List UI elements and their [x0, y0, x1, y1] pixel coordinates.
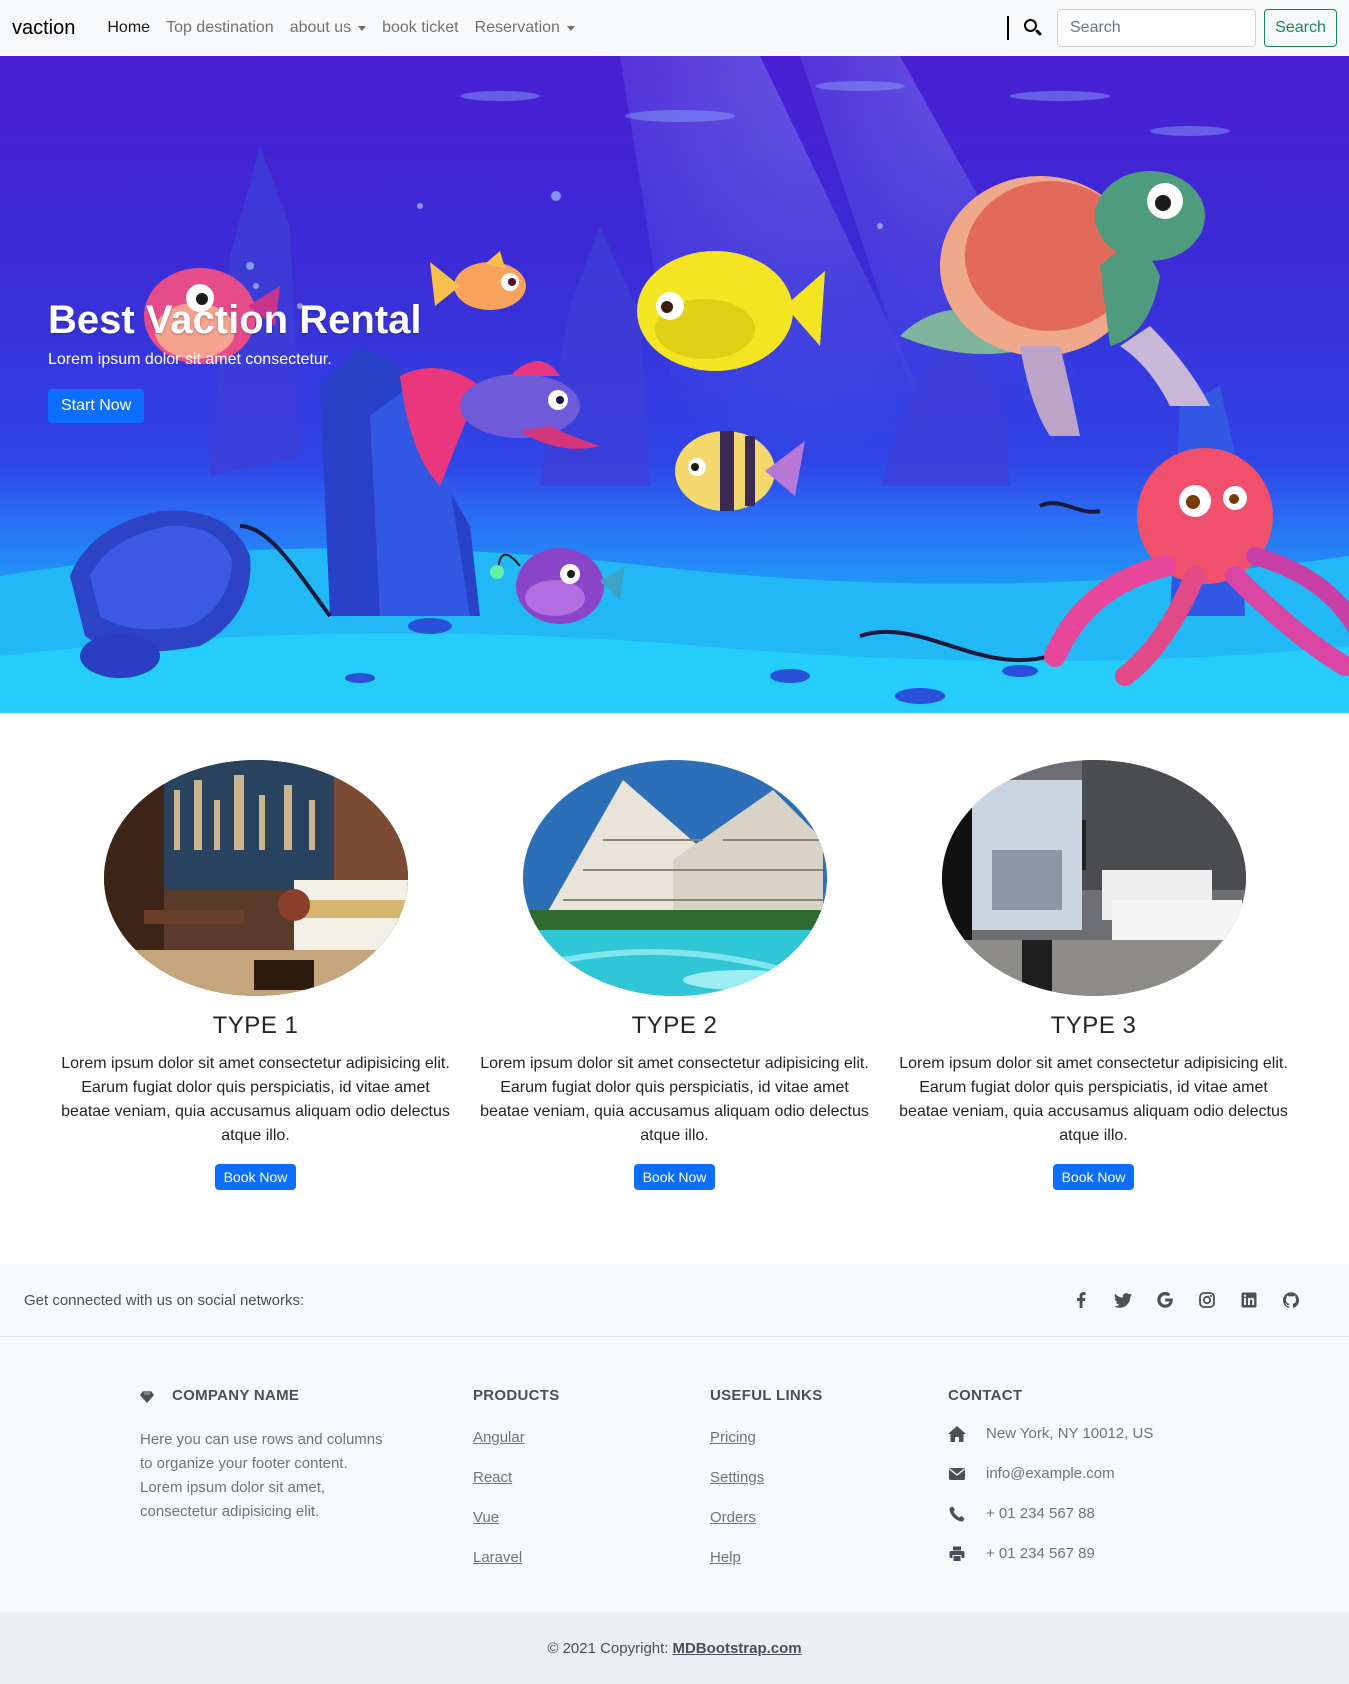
envelope-icon [948, 1465, 966, 1483]
footer-useful-links: Useful links Pricing Settings Orders Hel… [710, 1387, 823, 1567]
hotel-room-image [103, 760, 408, 996]
hero-banner: Best Vaction Rental Lorem ipsum dolor si… [0, 56, 1349, 713]
hotel-pool-image [522, 760, 827, 996]
footer-heading-text: Company name [172, 1387, 300, 1404]
print-icon [948, 1545, 966, 1563]
footer-products: Products Angular React Vue Laravel [473, 1387, 560, 1567]
social-bar: Get connected with us on social networks… [0, 1264, 1349, 1337]
footer-company: Company name Here you can use rows and c… [140, 1387, 392, 1524]
footer-heading: Products [473, 1387, 560, 1404]
search-icon[interactable] [1023, 18, 1043, 38]
footer: Company name Here you can use rows and c… [0, 1337, 1349, 1612]
footer-heading: Company name [140, 1387, 392, 1404]
footer-link-settings[interactable]: Settings [710, 1468, 823, 1487]
card-title: TYPE 1 [212, 1012, 299, 1039]
social-text: Get connected with us on social networks… [24, 1291, 305, 1309]
phone-icon [948, 1505, 966, 1523]
nav-dropdown-reservation[interactable]: Reservation [467, 11, 583, 45]
card-text: Lorem ipsum dolor sit amet consectetur a… [899, 1055, 1288, 1144]
footer-heading: Contact [948, 1387, 1023, 1404]
nav-link-label: book ticket [382, 19, 459, 36]
room-card: TYPE 2 Lorem ipsum dolor sit amet consec… [465, 760, 884, 1190]
footer-link-angular[interactable]: Angular [473, 1428, 560, 1447]
book-now-button[interactable]: Book Now [214, 1164, 297, 1190]
room-card: TYPE 1 Lorem ipsum dolor sit amet consec… [46, 760, 465, 1190]
nav-links: Home Top destination about us book ticke… [99, 11, 583, 45]
nav-link-label: about us [289, 19, 352, 36]
nav-link-label: Top destination [166, 19, 274, 36]
book-now-button[interactable]: Book Now [1052, 1164, 1135, 1190]
gem-icon [140, 1390, 154, 1403]
contact-address-text: New York, NY 10012, US [986, 1425, 1154, 1442]
card-text: Lorem ipsum dolor sit amet consectetur a… [61, 1055, 450, 1144]
contact-email-text: info@example.com [986, 1465, 1115, 1482]
nav-link-label: Reservation [474, 19, 560, 36]
footer-link-laravel[interactable]: Laravel [473, 1548, 560, 1567]
navbar-search-form: Search [1007, 9, 1337, 47]
card-title: TYPE 3 [1050, 1012, 1137, 1039]
start-now-button[interactable]: Start Now [48, 389, 145, 423]
footer-heading: Useful links [710, 1387, 823, 1404]
facebook-icon[interactable] [1071, 1290, 1091, 1310]
nav-link-home[interactable]: Home [99, 11, 158, 45]
navbar: vaction Home Top destination about us bo… [0, 0, 1349, 56]
nav-dropdown-about-us[interactable]: about us [282, 11, 374, 45]
contact-fax: + 01 234 567 89 [948, 1543, 1153, 1564]
github-icon[interactable] [1281, 1290, 1301, 1310]
caret-down-icon [566, 25, 575, 31]
contact-phone-text: + 01 234 567 88 [986, 1505, 1095, 1522]
copyright-text: © 2021 Copyright: [547, 1639, 669, 1657]
contact-fax-text: + 01 234 567 89 [986, 1545, 1095, 1562]
nav-link-book-ticket[interactable]: book ticket [374, 11, 466, 45]
nav-link-top-destination[interactable]: Top destination [158, 11, 282, 45]
contact-address: New York, NY 10012, US [948, 1423, 1153, 1444]
modern-bedroom-image [941, 760, 1246, 996]
navbar-brand[interactable]: vaction [12, 17, 75, 40]
contact-email: info@example.com [948, 1463, 1153, 1484]
book-now-button[interactable]: Book Now [633, 1164, 716, 1190]
footer-link-vue[interactable]: Vue [473, 1508, 560, 1527]
linkedin-icon[interactable] [1239, 1290, 1259, 1310]
card-title: TYPE 2 [631, 1012, 718, 1039]
contact-phone: + 01 234 567 88 [948, 1503, 1153, 1524]
orange-fish [430, 251, 526, 310]
room-types: TYPE 1 Lorem ipsum dolor sit amet consec… [0, 760, 1349, 1190]
divider [1007, 16, 1009, 40]
footer-link-pricing[interactable]: Pricing [710, 1428, 823, 1447]
copyright-link[interactable]: MDBootstrap.com [672, 1640, 801, 1657]
social-icons [1071, 1290, 1301, 1310]
caret-down-icon [358, 25, 367, 31]
nav-link-label: Home [107, 19, 151, 36]
twitter-icon[interactable] [1113, 1290, 1133, 1310]
hero-title: Best Vaction Rental [48, 298, 422, 342]
hero-subtitle: Lorem ipsum dolor sit amet consectetur. [48, 351, 332, 368]
footer-contact: Contact New York, NY 10012, US info@exam… [948, 1387, 1153, 1564]
footer-description: Here you can use rows and columns to org… [140, 1431, 383, 1520]
hero-caption: Best Vaction Rental Lorem ipsum dolor si… [48, 298, 421, 423]
google-icon[interactable] [1155, 1290, 1175, 1310]
footer-link-react[interactable]: React [473, 1468, 560, 1487]
instagram-icon[interactable] [1197, 1290, 1217, 1310]
footer-link-help[interactable]: Help [710, 1548, 823, 1567]
home-icon [948, 1425, 966, 1443]
card-text: Lorem ipsum dolor sit amet consectetur a… [480, 1055, 869, 1144]
copyright-bar: © 2021 Copyright: MDBootstrap.com [0, 1612, 1349, 1684]
search-button[interactable]: Search [1264, 9, 1337, 47]
room-card: TYPE 3 Lorem ipsum dolor sit amet consec… [884, 760, 1303, 1190]
search-input[interactable] [1057, 9, 1256, 47]
footer-link-orders[interactable]: Orders [710, 1508, 823, 1527]
